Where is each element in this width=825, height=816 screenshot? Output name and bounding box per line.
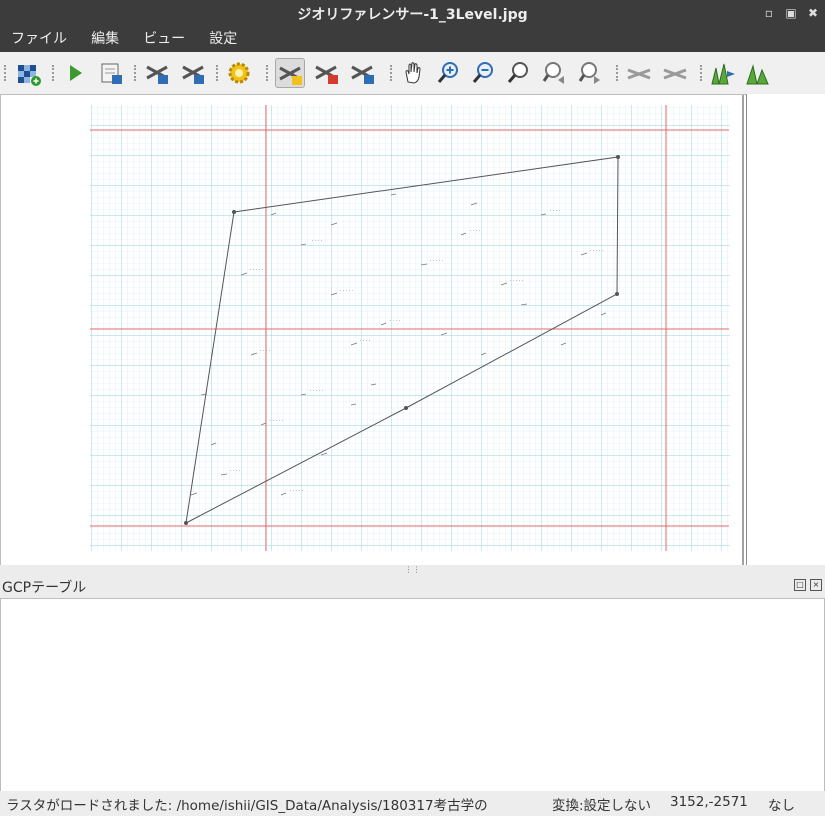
status-message: ラスタがロードされました: /home/ishii/GIS_Data/Analy… — [6, 798, 488, 814]
toolbar-handle[interactable] — [266, 65, 270, 81]
svg-text:....: .... — [549, 207, 561, 213]
svg-text:.....: ..... — [309, 387, 324, 393]
toolbar-handle[interactable] — [52, 65, 56, 81]
svg-text:.....: ..... — [509, 277, 524, 283]
toolbar-handle[interactable] — [134, 65, 138, 81]
status-coordinates: 3152,-2571 — [670, 794, 748, 810]
zoom-last-button[interactable] — [540, 58, 570, 88]
svg-text:.....: ..... — [429, 257, 444, 263]
load-gcp-icon — [146, 65, 168, 84]
open-raster-button[interactable] — [14, 58, 44, 88]
title-bar: ジオリファレンサー-1_3Level.jpg ▫ ▣ ✖ — [0, 0, 825, 26]
raster-image: .............. ............. ...........… — [1, 95, 747, 566]
toolbar-handle[interactable] — [216, 65, 220, 81]
zoom-out-icon — [472, 62, 493, 83]
svg-text:.....: ..... — [339, 287, 354, 293]
move-gcp-point-button[interactable] — [348, 58, 378, 88]
play-icon — [70, 65, 82, 81]
svg-text:....: .... — [259, 347, 271, 353]
minimize-button[interactable]: ▫ — [760, 4, 778, 22]
close-panel-button[interactable]: × — [810, 579, 822, 591]
generate-gdal-script-button[interactable] — [96, 58, 126, 88]
svg-text:.....: ..... — [589, 247, 604, 253]
svg-text:....: .... — [311, 237, 323, 243]
delete-point-icon — [315, 65, 338, 84]
toolbar-handle[interactable] — [616, 65, 620, 81]
menu-view[interactable]: ビュー — [135, 26, 193, 52]
zoom-next-icon — [578, 62, 600, 84]
histogram-stretch-icon — [711, 63, 735, 85]
zoom-out-button[interactable] — [469, 58, 499, 88]
toolbar — [0, 52, 825, 95]
zoom-to-layer-button[interactable] — [504, 58, 534, 88]
hand-icon — [405, 62, 421, 84]
svg-text:....: .... — [389, 317, 401, 323]
status-bar: ラスタがロードされました: /home/ishii/GIS_Data/Analy… — [0, 791, 825, 816]
svg-text:....: .... — [469, 227, 481, 233]
add-point-icon — [279, 66, 302, 85]
status-crs: なし — [768, 798, 795, 814]
menu-edit[interactable]: 編集 — [83, 26, 127, 52]
script-icon — [101, 63, 122, 84]
menu-settings[interactable]: 設定 — [201, 26, 245, 52]
close-button[interactable]: ✖ — [804, 4, 822, 22]
link-qgis-to-georeferencer-button[interactable] — [660, 58, 690, 88]
toolbar-handle[interactable] — [4, 65, 8, 81]
move-point-icon — [351, 65, 374, 84]
zoom-in-button[interactable] — [434, 58, 464, 88]
maximize-button[interactable]: ▣ — [782, 4, 800, 22]
full-histogram-stretch-button[interactable] — [708, 58, 738, 88]
delete-point-button[interactable] — [312, 58, 342, 88]
histogram-icon — [746, 64, 769, 85]
save-gcp-icon — [182, 65, 204, 84]
menu-file[interactable]: ファイル — [3, 26, 75, 52]
save-gcp-points-button[interactable] — [178, 58, 208, 88]
status-transform: 変換:設定しない — [552, 798, 652, 814]
window-title: ジオリファレンサー-1_3Level.jpg — [297, 7, 528, 23]
local-histogram-stretch-button[interactable] — [744, 58, 774, 88]
menu-bar: ファイル 編集 ビュー 設定 — [0, 26, 825, 52]
svg-text:.....: ..... — [249, 266, 264, 272]
add-point-button[interactable] — [275, 58, 305, 88]
gcp-table[interactable] — [0, 598, 825, 792]
zoom-layer-icon — [507, 62, 528, 83]
canvas-right-margin — [746, 94, 825, 565]
link-icon — [627, 68, 651, 80]
raster-grid-icon — [18, 65, 41, 86]
svg-text:....: .... — [359, 337, 371, 343]
panel-splitter[interactable]: ⋮⋮ — [0, 565, 825, 575]
zoom-last-icon — [542, 62, 564, 84]
start-georeferencing-button[interactable] — [60, 58, 90, 88]
svg-text:.....: ..... — [289, 487, 304, 493]
toolbar-handle[interactable] — [390, 65, 394, 81]
map-canvas[interactable]: .............. ............. ...........… — [0, 94, 747, 566]
float-panel-button[interactable]: □ — [794, 579, 806, 591]
zoom-next-button[interactable] — [576, 58, 606, 88]
svg-text:....: .... — [229, 467, 241, 473]
gcp-panel-header: GCPテーブル □ × — [0, 575, 825, 597]
svg-text:.....: ..... — [269, 417, 284, 423]
zoom-in-icon — [437, 62, 458, 83]
gear-icon — [228, 62, 250, 84]
load-gcp-points-button[interactable] — [142, 58, 172, 88]
pan-button[interactable] — [398, 58, 428, 88]
gcp-panel-title: GCPテーブル — [2, 580, 87, 596]
toolbar-handle[interactable] — [700, 65, 704, 81]
link-icon — [663, 68, 687, 80]
transformation-settings-button[interactable] — [224, 58, 254, 88]
link-georeferencer-to-qgis-button[interactable] — [624, 58, 654, 88]
